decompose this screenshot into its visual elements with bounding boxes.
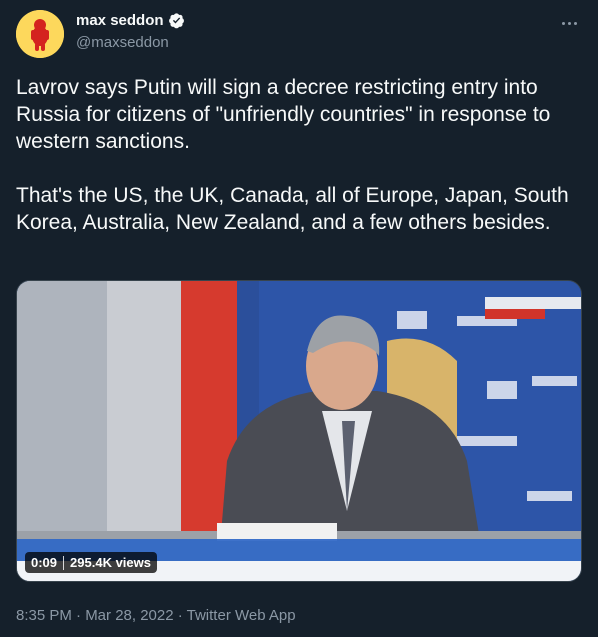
tweet: max seddon @maxseddon Lavrov says Putin … — [0, 0, 598, 637]
video-views: 295.4K views — [70, 555, 151, 570]
video-frame — [17, 281, 581, 581]
video-stats-badge: 0:09 295.4K views — [25, 552, 157, 573]
tweet-text: Lavrov says Putin will sign a decree res… — [16, 76, 569, 234]
video-duration: 0:09 — [31, 555, 58, 570]
avatar-yellow-bear-icon — [16, 10, 64, 58]
tweet-timestamp[interactable]: 8:35 PM · Mar 28, 2022 · Twitter Web App — [16, 607, 296, 624]
video-player[interactable]: 0:09 295.4K views — [16, 280, 582, 582]
verified-badge-icon — [168, 13, 184, 29]
more-options-icon[interactable] — [558, 12, 580, 34]
display-name[interactable]: max seddon — [76, 12, 164, 29]
avatar[interactable] — [16, 10, 64, 58]
author-name-row[interactable]: max seddon — [76, 12, 185, 29]
author-handle[interactable]: @maxseddon — [76, 34, 169, 51]
